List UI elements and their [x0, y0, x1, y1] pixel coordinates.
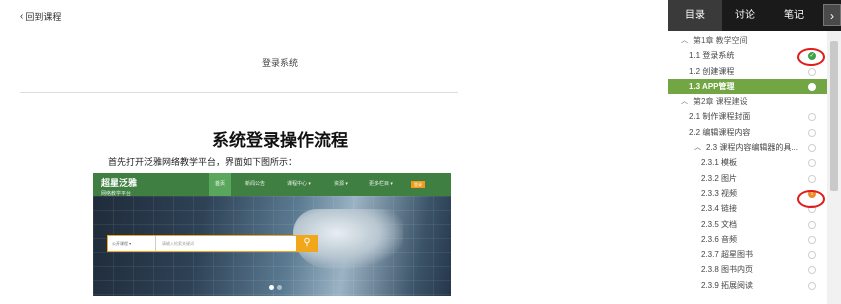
- toc-label: 第2章 课程建设: [693, 97, 748, 107]
- toc-item[interactable]: ︿ 2.3 课程内容编辑器的具...: [668, 140, 828, 155]
- platform-menu-home: 首页: [209, 173, 232, 196]
- toc-label: 2.3.9 拓展阅读: [701, 280, 754, 290]
- status-circle: [808, 82, 816, 91]
- page-heading: 系统登录操作流程: [212, 131, 348, 150]
- highlight-ring: [797, 48, 825, 66]
- chevron-up-icon[interactable]: ︿: [694, 140, 701, 155]
- toc-item[interactable]: 2.3.5 文档: [668, 217, 828, 232]
- toc-item[interactable]: 2.3.6 音频: [668, 232, 828, 247]
- status-circle: [808, 266, 816, 275]
- toc-item[interactable]: 2.2 编辑课程内容: [668, 125, 828, 140]
- status-circle: [808, 235, 816, 244]
- toc-label: 2.3.2 图片: [701, 173, 738, 183]
- platform-login-badge: 登录: [411, 181, 425, 188]
- logo-title: 超星泛雅: [101, 178, 138, 188]
- chevron-left-icon: ‹: [20, 10, 24, 22]
- panel-tabs: 目录 讨论 笔记 ›: [668, 0, 841, 31]
- chevron-right-icon[interactable]: ›: [823, 4, 841, 26]
- toc-label: 2.3.6 音频: [701, 234, 738, 244]
- toc-label: 1.3 APP管理: [689, 81, 735, 91]
- toc-label: 2.3.7 超星图书: [701, 250, 754, 260]
- tab-notes[interactable]: 笔记: [768, 0, 820, 31]
- toc-item[interactable]: 1.2 创建课程: [668, 64, 828, 79]
- toc-item[interactable]: 2.1 制作课程封面: [668, 109, 828, 124]
- platform-search-input: 请输入检索关键词: [162, 241, 194, 246]
- carousel-dot: [269, 285, 274, 290]
- status-circle: [808, 128, 816, 137]
- platform-logo: 超星泛雅 网络教学平台: [101, 176, 137, 197]
- status-circle: [808, 113, 816, 122]
- toc-label: 2.1 制作课程封面: [689, 112, 751, 122]
- platform-menu-more: 更多栏目 ▾: [369, 181, 393, 187]
- highlight-ring: [797, 190, 825, 208]
- carousel-dot: [277, 285, 282, 290]
- platform-menu-news: 新闻公告: [245, 181, 266, 187]
- status-circle: [808, 159, 816, 168]
- platform-menu-courses: 课程中心 ▾: [287, 181, 311, 187]
- toc-item[interactable]: 2.3.1 模板: [668, 155, 828, 170]
- intro-text: 首先打开泛雅网络教学平台，界面如下图所示：: [108, 157, 298, 167]
- toc-chapter[interactable]: ︿ 第1章 教学空间: [668, 33, 828, 48]
- platform-navbar: 超星泛雅 网络教学平台 首页 新闻公告 课程中心 ▾ 资源 ▾ 更多栏目 ▾ 登…: [93, 173, 451, 197]
- toc-item[interactable]: 2.3.8 图书内页: [668, 262, 828, 277]
- toc-label: 1.1 登录系统: [689, 51, 735, 61]
- search-icon: ⚲: [296, 235, 318, 252]
- toc-label: 2.3 课程内容编辑器的具...: [706, 143, 799, 153]
- content-area: ‹ 回到课程 登录系统 系统登录操作流程 首先打开泛雅网络教学平台，界面如下图所…: [0, 0, 458, 304]
- platform-search-select: 公开课程 ▾: [108, 236, 156, 251]
- status-circle: [808, 281, 816, 290]
- catalog-list: ︿ 第1章 教学空间 1.1 登录系统 ✓ 1.2 创建课程 1.3 APP管理 ︿ 第2章 …: [668, 33, 828, 293]
- toc-label: 2.3.3 视频: [701, 188, 738, 198]
- platform-search-box: 公开课程 ▾ 请输入检索关键词: [107, 235, 317, 252]
- chevron-up-icon[interactable]: ︿: [681, 33, 688, 48]
- toc-item[interactable]: 2.3.7 超星图书: [668, 247, 828, 262]
- status-circle: [808, 67, 816, 76]
- catalog-panel: 目录 讨论 笔记 › ︿ 第1章 教学空间 1.1 登录系统 ✓ 1.2 创建课程 1.3…: [668, 0, 841, 304]
- status-circle: [808, 251, 816, 260]
- status-circle: [808, 220, 816, 229]
- back-link-label: 回到课程: [25, 12, 62, 22]
- search-select-label: 公开课程: [112, 241, 128, 246]
- toc-label: 1.2 创建课程: [689, 66, 735, 76]
- tab-catalog[interactable]: 目录: [668, 0, 722, 31]
- tab-discussion[interactable]: 讨论: [722, 0, 768, 31]
- back-to-course-link[interactable]: ‹ 回到课程: [20, 10, 61, 23]
- status-circle: [808, 144, 816, 153]
- carousel-dots: [269, 285, 282, 290]
- toc-label: 2.2 编辑课程内容: [689, 127, 751, 137]
- status-circle: [808, 174, 816, 183]
- toc-label: 2.3.8 图书内页: [701, 265, 754, 275]
- chevron-up-icon[interactable]: ︿: [681, 94, 688, 109]
- divider: [20, 92, 458, 93]
- toc-label: 2.3.5 文档: [701, 219, 738, 229]
- toc-label: 2.3.4 链接: [701, 204, 738, 214]
- platform-menu-resources: 资源 ▾: [334, 181, 348, 187]
- catalog-scrollbar[interactable]: [827, 31, 841, 304]
- toc-label: 第1章 教学空间: [693, 36, 748, 45]
- platform-screenshot-image: 超星泛雅 网络教学平台 首页 新闻公告 课程中心 ▾ 资源 ▾ 更多栏目 ▾ 登…: [93, 173, 451, 296]
- toc-item[interactable]: 1.3 APP管理: [668, 78, 828, 95]
- scrollbar-thumb[interactable]: [830, 41, 838, 191]
- toc-item[interactable]: 2.3.9 拓展阅读: [668, 278, 828, 293]
- toc-chapter[interactable]: ︿ 第2章 课程建设: [668, 94, 828, 109]
- toc-item[interactable]: 2.3.2 图片: [668, 171, 828, 186]
- blank-gap: [458, 0, 668, 304]
- toc-label: 2.3.1 模板: [701, 158, 738, 168]
